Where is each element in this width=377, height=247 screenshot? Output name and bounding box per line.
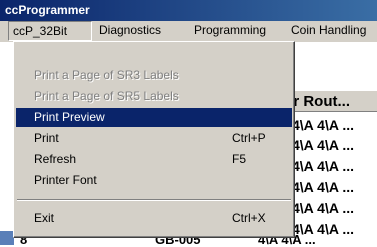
column-header-router[interactable]: er Rout...: [281, 90, 377, 112]
table-cell: 4\A 4\A ...: [292, 158, 354, 174]
menuitem-shortcut: F5: [232, 152, 247, 166]
table-row[interactable]: 4\A 4\A ...: [292, 117, 354, 133]
menuitem-shortcut: Ctrl+P: [232, 131, 266, 145]
title-bar: ccProgrammer: [0, 0, 377, 21]
row-selector-strip: [0, 231, 14, 245]
ccp32bit-dropdown-menu: Print a Page of SR3 Labels Print a Page …: [13, 41, 295, 238]
menu-coin-handling-label: Coin Handling: [291, 23, 367, 37]
table-cell: 4\A 4\A ...: [292, 117, 354, 133]
table-cell: 4\A 4\A ...: [292, 200, 354, 216]
menuitem-label: Print Preview: [34, 110, 105, 124]
menuitem-print[interactable]: Print Ctrl+P: [16, 129, 292, 148]
table-cell: 4\A 4\A ...: [292, 179, 354, 195]
menu-separator: [17, 199, 291, 201]
menu-ccp32bit-label: ccP_32Bit: [13, 24, 68, 38]
menuitem-label: Print: [34, 131, 59, 145]
menuitem-label: Exit: [34, 211, 55, 225]
table-row[interactable]: 4\A 4\A ...: [292, 137, 354, 153]
menu-diagnostics-label: Diagnostics: [99, 23, 162, 37]
menuitem-printer-font[interactable]: Printer Font: [16, 171, 292, 190]
menu-bar: ccP_32Bit Diagnostics Programming Coin H…: [0, 21, 377, 42]
menu-diagnostics[interactable]: Diagnostics: [99, 21, 161, 40]
menuitem-print-sr5-labels[interactable]: Print a Page of SR5 Labels: [16, 87, 292, 106]
window-title: ccProgrammer: [5, 3, 90, 17]
menu-ccp32bit[interactable]: ccP_32Bit: [8, 21, 92, 41]
menuitem-exit[interactable]: Exit Ctrl+X: [16, 209, 292, 228]
menu-programming[interactable]: Programming: [194, 21, 266, 40]
table-row[interactable]: 4\A 4\A ...: [292, 158, 354, 174]
menuitem-refresh[interactable]: Refresh F5: [16, 150, 292, 169]
menuitem-label: Refresh: [34, 152, 77, 166]
menuitem-shortcut: Ctrl+X: [232, 211, 266, 225]
table-row[interactable]: 4\A 4\A ...: [292, 200, 354, 216]
menuitem-print-preview[interactable]: Print Preview: [16, 108, 292, 127]
table-row[interactable]: 4\A 4\A ...: [292, 179, 354, 195]
menuitem-label: Print a Page of SR3 Labels: [34, 68, 179, 82]
menuitem-print-sr3-labels[interactable]: Print a Page of SR3 Labels: [16, 66, 292, 85]
menu-coin-handling[interactable]: Coin Handling: [291, 21, 366, 40]
menu-programming-label: Programming: [194, 23, 267, 37]
menuitem-label: Print a Page of SR5 Labels: [34, 89, 179, 103]
table-cell: 4\A 4\A ...: [292, 137, 354, 153]
menuitem-label: Printer Font: [34, 173, 97, 187]
